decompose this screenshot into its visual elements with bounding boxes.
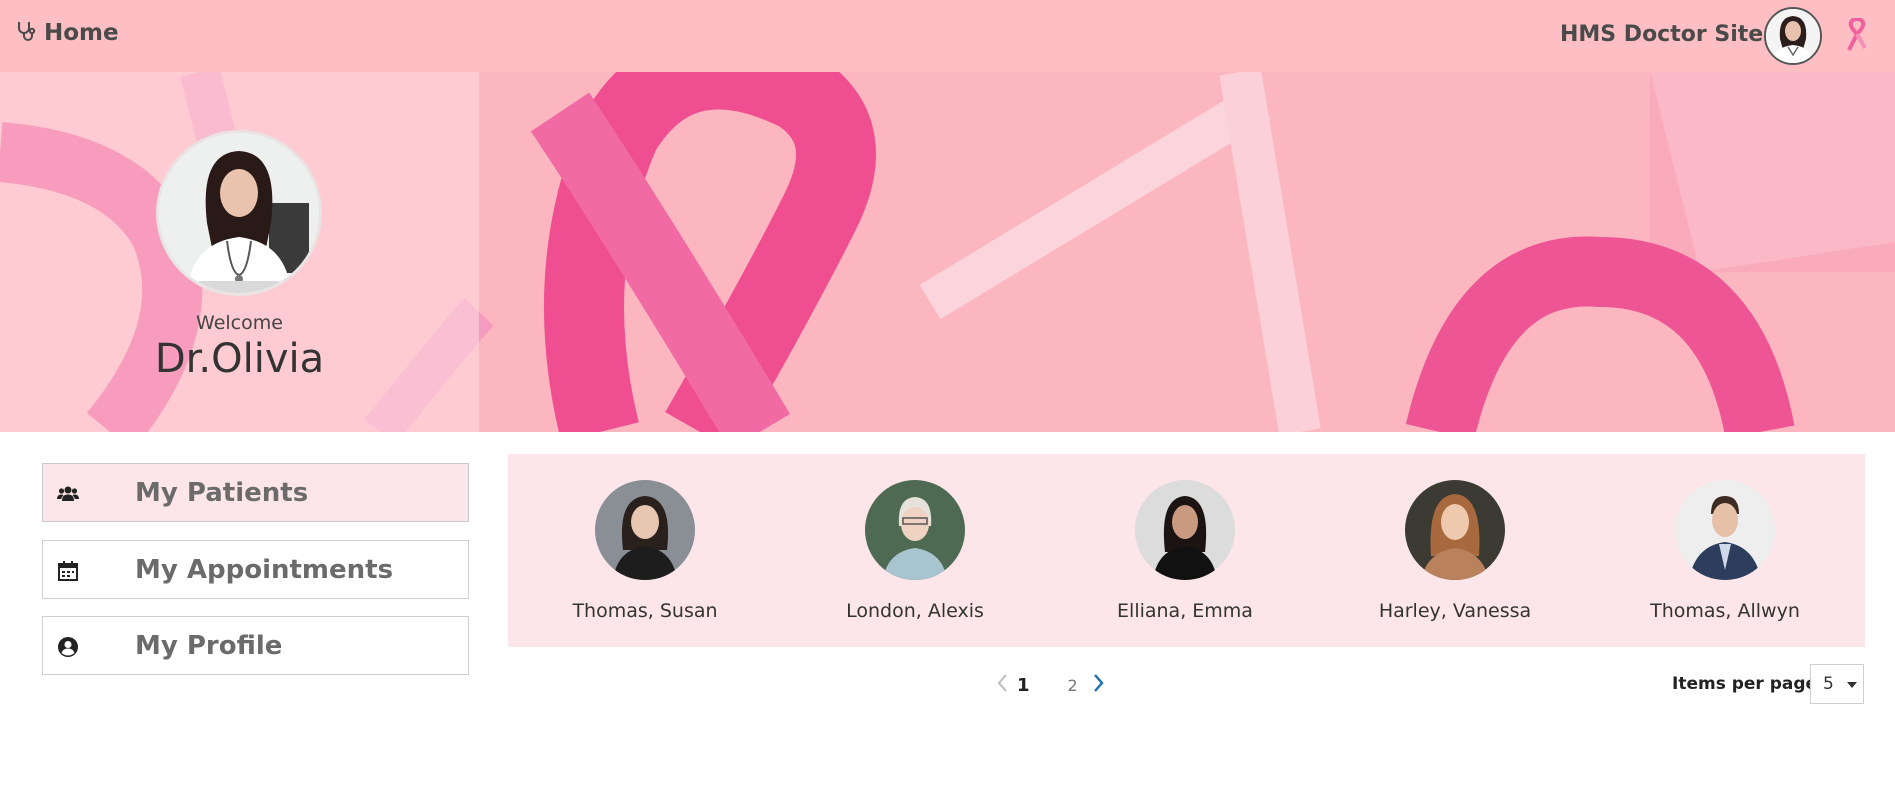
patient-name: Harley, Vanessa	[1378, 600, 1532, 622]
calendar-icon	[57, 560, 79, 582]
patient-card[interactable]: London, Alexis	[800, 480, 1030, 622]
my-appointments-button[interactable]: My Appointments	[42, 540, 469, 599]
my-profile-button[interactable]: My Profile	[42, 616, 469, 675]
chevron-right-icon[interactable]	[1092, 672, 1106, 698]
page-2-link[interactable]: 2	[1068, 676, 1078, 695]
menu-label: My Profile	[135, 631, 283, 661]
doctor-name: Dr.Olivia	[154, 336, 325, 382]
welcome-text: Welcome	[196, 312, 283, 334]
home-link[interactable]: Home	[16, 20, 119, 46]
stethoscope-icon	[16, 20, 36, 46]
site-dropdown[interactable]: HMS Doctor Site	[1560, 22, 1782, 47]
patient-card[interactable]: Elliana, Emma	[1070, 480, 1300, 622]
patients-panel: Thomas, Susan London, Alexis Elliana, Em…	[508, 454, 1865, 647]
patient-photo	[595, 480, 695, 580]
items-per-page-value: 5	[1823, 674, 1834, 694]
users-icon	[57, 483, 79, 505]
menu-label: My Patients	[135, 478, 309, 508]
user-circle-icon	[57, 636, 79, 658]
chevron-left-icon[interactable]	[995, 672, 1009, 698]
patient-name: Thomas, Susan	[572, 600, 718, 622]
patient-photo	[1675, 480, 1775, 580]
patient-photo	[1135, 480, 1235, 580]
hero-banner: Welcome Dr.Olivia	[0, 72, 1895, 432]
menu-label: My Appointments	[135, 555, 394, 585]
caret-down-icon	[1847, 682, 1857, 688]
pink-ribbon-icon	[1845, 17, 1869, 56]
patient-card[interactable]: Harley, Vanessa	[1340, 480, 1570, 622]
patient-name: Elliana, Emma	[1117, 600, 1253, 622]
patient-card[interactable]: Thomas, Susan	[530, 480, 760, 622]
home-label: Home	[44, 20, 119, 46]
top-navbar: Home HMS Doctor Site	[0, 0, 1895, 72]
page-1-link[interactable]: 1	[1017, 675, 1030, 696]
pagination: 1 2	[995, 672, 1106, 698]
items-per-page-label: Items per page	[1672, 674, 1818, 694]
site-label: HMS Doctor Site	[1560, 22, 1764, 47]
patient-name: London, Alexis	[846, 600, 984, 622]
items-per-page-select[interactable]: 5	[1810, 664, 1864, 704]
patient-photo	[1405, 480, 1505, 580]
patient-photo	[865, 480, 965, 580]
user-avatar[interactable]	[1764, 7, 1822, 65]
my-patients-button[interactable]: My Patients	[42, 463, 469, 522]
patient-card[interactable]: Thomas, Allwyn	[1610, 480, 1840, 622]
doctor-profile-photo	[156, 130, 322, 296]
patient-name: Thomas, Allwyn	[1650, 600, 1800, 622]
